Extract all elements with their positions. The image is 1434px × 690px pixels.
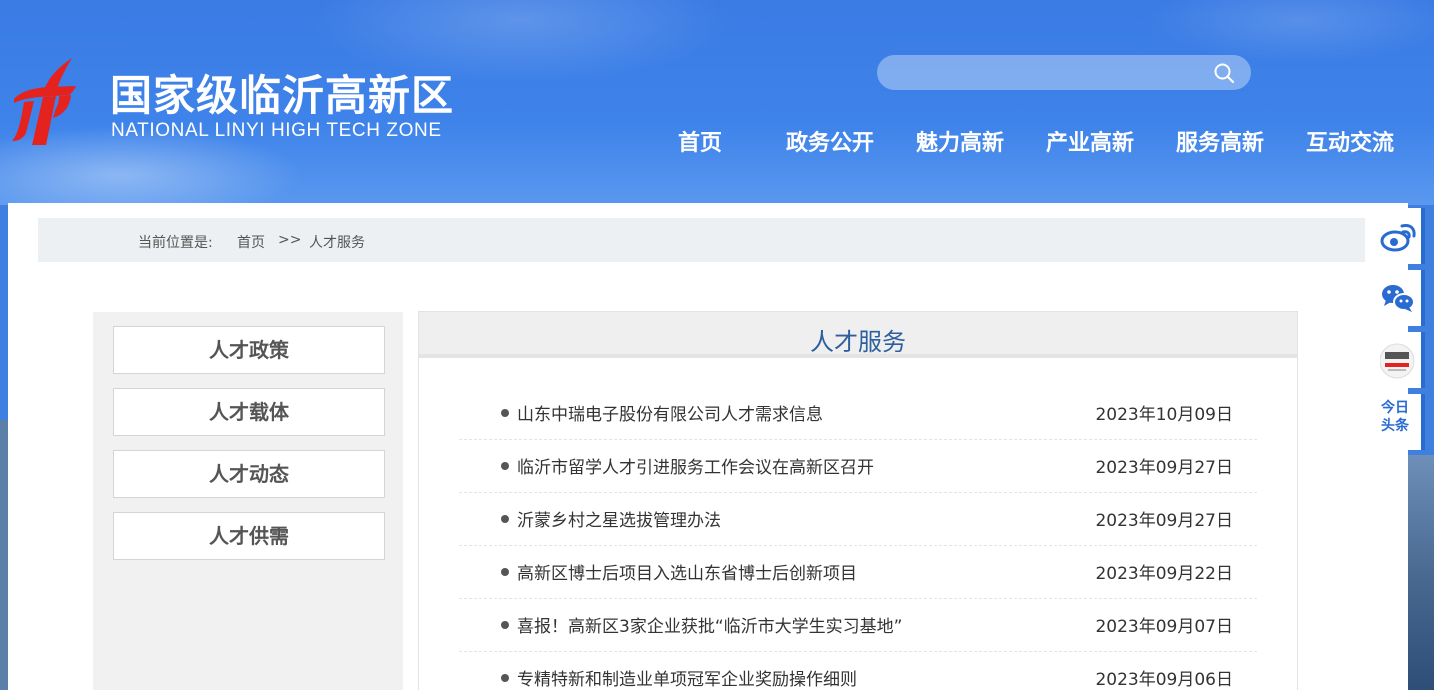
guowuyuan-icon: [1380, 343, 1415, 379]
content-area: 人才服务 山东中瑞电子股份有限公司人才需求信息 2023年10月09日 临沂市留…: [418, 311, 1298, 690]
nav-item-charm[interactable]: 魅力高新: [916, 125, 1004, 157]
background-edge-left: [0, 420, 8, 690]
floating-share-bar: 今日 头条: [1380, 205, 1425, 455]
breadcrumb-current-link[interactable]: 人才服务: [309, 232, 365, 252]
list-item-date: 2023年09月22日: [1095, 564, 1233, 584]
list-item-title[interactable]: 临沂市留学人才引进服务工作会议在高新区召开: [517, 453, 874, 478]
site-header: 国家级临沂高新区 NATIONAL LINYI HIGH TECH ZONE 首…: [0, 0, 1434, 205]
site-title: 国家级临沂高新区: [110, 71, 455, 120]
nav-item-industry[interactable]: 产业高新: [1046, 125, 1134, 157]
list-item[interactable]: 沂蒙乡村之星选拔管理办法 2023年09月27日: [459, 493, 1257, 546]
sidebar-item-talent-supply-demand[interactable]: 人才供需: [113, 512, 385, 560]
content-title: 人才服务: [810, 328, 906, 356]
wechat-icon: [1382, 285, 1415, 312]
nav-item-interaction[interactable]: 互动交流: [1306, 125, 1394, 157]
list-item-title[interactable]: 高新区博士后项目入选山东省博士后创新项目: [517, 559, 857, 584]
list-item-date: 2023年10月09日: [1095, 405, 1233, 425]
guowuyuan-link[interactable]: [1380, 332, 1425, 388]
search-icon[interactable]: [1213, 62, 1235, 84]
list-item[interactable]: 喜报！高新区3家企业获批“临沂市大学生实习基地” 2023年09月07日: [459, 599, 1257, 652]
nav-item-services[interactable]: 服务高新: [1176, 125, 1264, 157]
toutiao-label-line1: 今日: [1381, 400, 1409, 416]
toutiao-label-line2: 头条: [1381, 418, 1409, 434]
list-item-title[interactable]: 山东中瑞电子股份有限公司人才需求信息: [517, 400, 823, 425]
content-header: 人才服务: [419, 312, 1297, 358]
nav-item-government-affairs[interactable]: 政务公开: [786, 125, 874, 157]
list-item-title[interactable]: 喜报！高新区3家企业获批“临沂市大学生实习基地”: [517, 612, 902, 637]
bullet-icon: [501, 568, 509, 576]
background-edge-right: [1408, 455, 1434, 690]
bullet-icon: [501, 515, 509, 523]
search-input[interactable]: [893, 55, 1203, 90]
list-item[interactable]: 专精特新和制造业单项冠军企业奖励操作细则 2023年09月06日: [459, 652, 1257, 690]
weibo-icon: [1380, 224, 1416, 252]
list-item-title[interactable]: 专精特新和制造业单项冠军企业奖励操作细则: [517, 665, 857, 690]
sidebar-item-talent-carrier[interactable]: 人才载体: [113, 388, 385, 436]
list-item-title[interactable]: 沂蒙乡村之星选拔管理办法: [517, 506, 721, 531]
main-nav: 首页 政务公开 魅力高新 产业高新 服务高新 互动交流: [0, 125, 1434, 157]
list-item-date: 2023年09月06日: [1095, 670, 1233, 690]
list-item[interactable]: 高新区博士后项目入选山东省博士后创新项目 2023年09月22日: [459, 546, 1257, 599]
sidebar-item-talent-policy[interactable]: 人才政策: [113, 326, 385, 374]
list-item-date: 2023年09月07日: [1095, 617, 1233, 637]
nav-item-home[interactable]: 首页: [678, 125, 722, 157]
breadcrumb-home-link[interactable]: 首页: [237, 232, 265, 252]
toutiao-icon: 今日 头条: [1380, 399, 1410, 435]
bullet-icon: [501, 674, 509, 682]
wechat-link[interactable]: [1380, 270, 1425, 326]
sidebar-item-talent-news[interactable]: 人才动态: [113, 450, 385, 498]
list-item-date: 2023年09月27日: [1095, 458, 1233, 478]
search-box: [877, 55, 1251, 90]
list-item[interactable]: 山东中瑞电子股份有限公司人才需求信息 2023年10月09日: [459, 387, 1257, 440]
breadcrumb: 当前位置是: 首页 >> 人才服务: [38, 218, 1365, 262]
main-panel: 当前位置是: 首页 >> 人才服务 人才政策 人才载体 人才动态 人才供需 人才…: [8, 203, 1408, 690]
weibo-link[interactable]: [1380, 208, 1425, 264]
list-item[interactable]: 临沂市留学人才引进服务工作会议在高新区召开 2023年09月27日: [459, 440, 1257, 493]
toutiao-link[interactable]: 今日 头条: [1380, 394, 1425, 450]
breadcrumb-separator: >>: [278, 232, 302, 248]
sidebar: 人才政策 人才载体 人才动态 人才供需: [93, 312, 403, 690]
bullet-icon: [501, 462, 509, 470]
breadcrumb-prefix: 当前位置是:: [138, 235, 213, 251]
list-item-date: 2023年09月27日: [1095, 511, 1233, 531]
bullet-icon: [501, 621, 509, 629]
bullet-icon: [501, 409, 509, 417]
